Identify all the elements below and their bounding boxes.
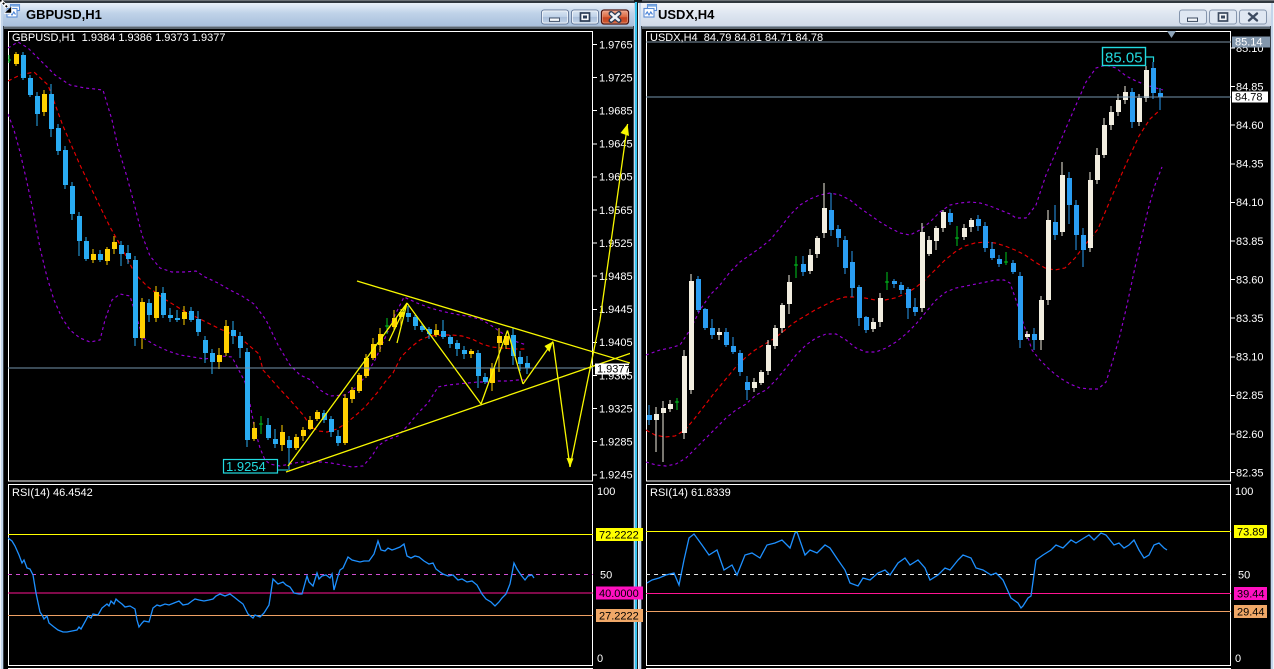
svg-text:100: 100: [597, 486, 615, 498]
svg-text:1.9685: 1.9685: [599, 106, 633, 118]
svg-text:0: 0: [1235, 653, 1241, 665]
svg-text:1.9377: 1.9377: [597, 364, 631, 376]
svg-text:83.10: 83.10: [1236, 352, 1264, 364]
svg-text:27.2222: 27.2222: [599, 611, 639, 623]
svg-text:1.9765: 1.9765: [599, 39, 633, 51]
svg-text:1.9645: 1.9645: [599, 139, 633, 151]
svg-text:72.2222: 72.2222: [599, 530, 639, 542]
svg-text:GBPUSD,H1: GBPUSD,H1: [26, 7, 102, 22]
svg-text:40.0000: 40.0000: [599, 588, 639, 600]
svg-text:1.9725: 1.9725: [599, 72, 633, 84]
svg-text:USDX,H4: USDX,H4: [658, 7, 715, 22]
svg-text:84.35: 84.35: [1236, 159, 1264, 171]
svg-text:RSI(14) 46.4542: RSI(14) 46.4542: [12, 487, 93, 499]
svg-text:1.9245: 1.9245: [599, 470, 633, 482]
svg-text:50: 50: [600, 570, 612, 582]
svg-text:100: 100: [1235, 486, 1253, 498]
svg-text:1.9405: 1.9405: [599, 337, 633, 349]
svg-text:50: 50: [1238, 570, 1250, 582]
svg-text:83.60: 83.60: [1236, 274, 1264, 286]
svg-text:1.9485: 1.9485: [599, 271, 633, 283]
svg-text:USDX,H4 84.79 84.81 84.71 84.: USDX,H4 84.79 84.81 84.71 84.78: [650, 32, 823, 44]
svg-text:1.9525: 1.9525: [599, 238, 633, 250]
svg-text:83.35: 83.35: [1236, 313, 1264, 325]
svg-text:GBPUSD,H1 1.9384 1.9386 1.937: GBPUSD,H1 1.9384 1.9386 1.9373 1.9377: [12, 32, 225, 44]
svg-text:1.9605: 1.9605: [599, 172, 633, 184]
svg-text:82.85: 82.85: [1236, 390, 1264, 402]
svg-text:85.14: 85.14: [1235, 37, 1263, 49]
svg-text:84.10: 84.10: [1236, 197, 1264, 209]
svg-text:82.60: 82.60: [1236, 429, 1264, 441]
svg-text:84.78: 84.78: [1235, 92, 1263, 104]
svg-text:1.9325: 1.9325: [599, 403, 633, 415]
svg-text:29.44: 29.44: [1237, 607, 1265, 619]
svg-text:83.85: 83.85: [1236, 236, 1264, 248]
svg-text:82.35: 82.35: [1236, 467, 1264, 479]
svg-text:RSI(14) 61.8339: RSI(14) 61.8339: [650, 487, 731, 499]
svg-text:73.89: 73.89: [1237, 527, 1265, 539]
svg-text:0: 0: [597, 653, 603, 665]
svg-text:1.9445: 1.9445: [599, 304, 633, 316]
svg-text:1.9285: 1.9285: [599, 437, 633, 449]
svg-text:85.05: 85.05: [1105, 50, 1143, 67]
svg-text:39.44: 39.44: [1237, 589, 1265, 601]
svg-text:1.9254: 1.9254: [226, 459, 266, 474]
svg-text:84.60: 84.60: [1236, 120, 1264, 132]
